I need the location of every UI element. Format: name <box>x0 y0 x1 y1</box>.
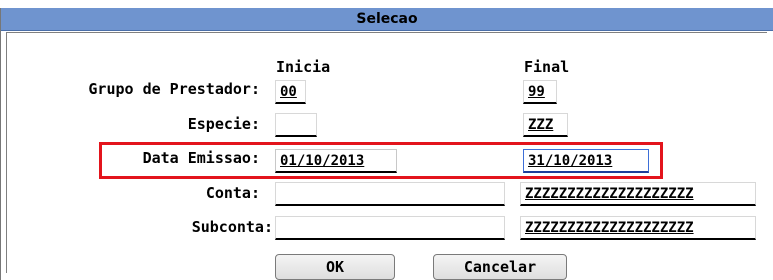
especie-initial-input[interactable] <box>275 113 317 137</box>
dialog-title: Selecao <box>1 8 773 31</box>
column-header-initial: Inicia <box>276 58 331 76</box>
grupo-prestador-final-input[interactable]: 99 <box>523 80 557 104</box>
red-highlight-box <box>99 142 663 179</box>
conta-initial-input[interactable] <box>275 182 505 206</box>
label-especie: Especie: <box>187 115 260 133</box>
label-grupo-prestador: Grupo de Prestador: <box>88 80 260 98</box>
column-header-final: Final <box>524 58 570 76</box>
label-subconta: Subconta: <box>191 218 273 236</box>
especie-final-input[interactable]: ZZZ <box>523 113 568 137</box>
subconta-initial-input[interactable] <box>275 216 505 240</box>
subconta-final-input[interactable]: ZZZZZZZZZZZZZZZZZZZZ <box>520 216 756 240</box>
ok-button[interactable]: OK <box>275 254 395 280</box>
cancel-button[interactable]: Cancelar <box>433 254 567 280</box>
conta-final-input[interactable]: ZZZZZZZZZZZZZZZZZZZZ <box>520 182 756 206</box>
label-conta: Conta: <box>205 184 260 202</box>
grupo-prestador-initial-input[interactable]: 00 <box>275 80 306 104</box>
